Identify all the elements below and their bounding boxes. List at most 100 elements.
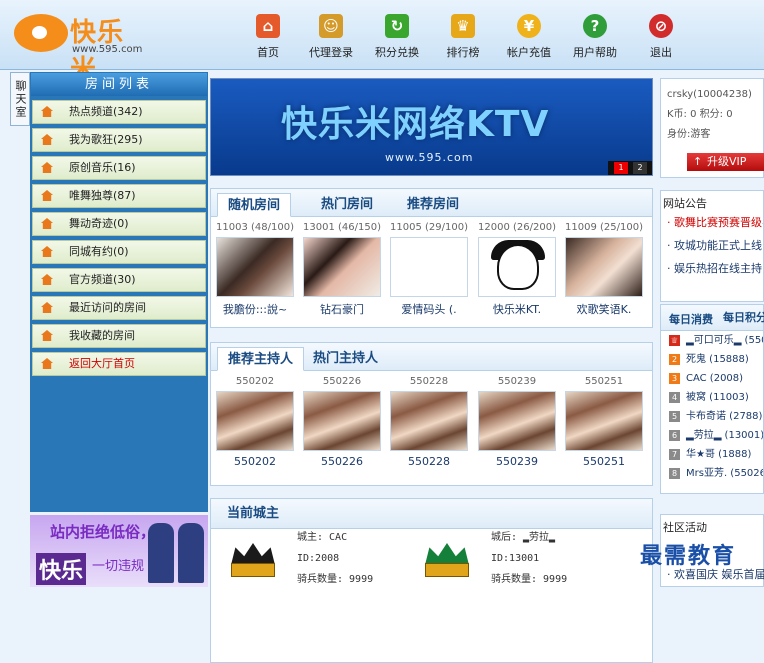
host-card[interactable]: 550228 550228 [389, 375, 469, 468]
nav-help[interactable]: ? 用户帮助 [563, 8, 627, 64]
ranking-row[interactable]: 6 ▂劳拉▂ (13001) [661, 426, 763, 445]
banner-page-1[interactable]: 1 [614, 162, 628, 174]
community-title: 社区活动 [663, 521, 707, 534]
room-item-recent[interactable]: 最近访问的房间 [32, 296, 206, 320]
host-card-name[interactable]: 550228 [389, 455, 469, 468]
room-item-hot[interactable]: 热点频道(342) [32, 100, 206, 124]
room-item-original-music[interactable]: 原创音乐(16) [32, 156, 206, 180]
police-figure-icon [148, 523, 174, 583]
nav-recharge[interactable]: ¥ 帐户充值 [497, 8, 561, 64]
room-card[interactable]: 12000 (26/200) 快乐米KT. [477, 221, 557, 317]
room-item-singing[interactable]: 我为歌狂(295) [32, 128, 206, 152]
room-thumbnail[interactable] [565, 237, 643, 297]
tab-daily-spending[interactable]: 每日消费 [669, 311, 713, 327]
ranking-row-text: Mrs亚芳. (55026 [686, 468, 763, 479]
lord-crown-icon [229, 537, 277, 577]
home-icon [41, 134, 53, 145]
upgrade-vip-button[interactable]: 升级VIP [687, 153, 764, 171]
host-card[interactable]: 550226 550226 [302, 375, 382, 468]
rank-number: 8 [669, 467, 680, 479]
ranking-row[interactable]: ♕ ▂可口可乐▂ (550 [661, 331, 763, 350]
tab-recommended-rooms[interactable]: 推荐房间 [397, 193, 469, 217]
room-card-name[interactable]: 快乐米KT. [477, 301, 557, 317]
host-card-caption: 550226 [322, 376, 362, 387]
tab-daily-points[interactable]: 每日积分 [723, 309, 764, 325]
room-card-name[interactable]: 欢歌笑语K. [564, 301, 644, 317]
ranking-row[interactable]: 4 被窝 (11003) [661, 388, 763, 407]
site-logo[interactable]: 快乐米 www.595.com [14, 10, 144, 85]
room-thumbnail[interactable] [216, 237, 294, 297]
room-item-back-to-lobby[interactable]: 返回大厅首页 [32, 352, 206, 376]
room-card-name[interactable]: 我膽份:::說~ [215, 301, 295, 317]
host-avatar[interactable] [390, 391, 468, 451]
banner-page-2[interactable]: 2 [633, 162, 647, 174]
room-thumbnail[interactable] [478, 237, 556, 297]
tab-hot-rooms[interactable]: 热门房间 [311, 193, 383, 217]
room-card[interactable]: 11005 (29/100) 爱情码头 (. [389, 221, 469, 317]
room-card-name[interactable]: 钻石豪门 [302, 301, 382, 317]
ranking-row[interactable]: 2 死鬼 (15888) [661, 350, 763, 369]
host-avatar[interactable] [216, 391, 294, 451]
room-item-dance[interactable]: 唯舞独尊(87) [32, 184, 206, 208]
tab-hot-hosts[interactable]: 热门主持人 [303, 347, 388, 371]
room-thumbnail[interactable] [390, 237, 468, 297]
host-card-caption: 550251 [584, 376, 624, 387]
ranking-row[interactable]: 5 卡布奇诺 (2788) [661, 407, 763, 426]
host-card-name[interactable]: 550251 [564, 455, 644, 468]
lord-info: 城主: CAC ID:2008 骑兵数量: 9999 [297, 527, 373, 590]
room-item-label: 我收藏的房间 [69, 329, 135, 342]
ranking-row[interactable]: 8 Mrs亚芳. (55026 [661, 464, 763, 483]
ktv-banner[interactable]: 快乐米网络KTV www.595.com 1 2 [210, 78, 653, 176]
host-card[interactable]: 550251 550251 [564, 375, 644, 468]
help-icon: ? [583, 14, 607, 38]
banner-text-2: 快乐 [36, 553, 87, 585]
civility-banner[interactable]: 站内拒绝低俗， 快乐 一切违规 [30, 515, 208, 587]
notice-item[interactable]: · 攻城功能正式上线 [661, 234, 763, 257]
host-card-name[interactable]: 550226 [302, 455, 382, 468]
room-card-name[interactable]: 爱情码头 (. [389, 301, 469, 317]
room-item-label: 返回大厅首页 [69, 357, 135, 370]
nav-ranking[interactable]: ♛ 排行榜 [431, 8, 495, 64]
ranking-row[interactable]: 3 CAC (2008) [661, 369, 763, 388]
notice-title: 网站公告 [663, 197, 707, 210]
host-card-name[interactable]: 550239 [477, 455, 557, 468]
queen-name[interactable]: 城后: ▂劳拉▂ [491, 527, 567, 548]
tab-recommended-hosts[interactable]: 推荐主持人 [217, 347, 305, 371]
nav-points-exchange[interactable]: ↻ 积分兑换 [365, 8, 429, 64]
logo-mark-icon [14, 14, 68, 52]
room-thumbnail[interactable] [303, 237, 381, 297]
notice-item[interactable]: · 娱乐热招在线主持 [661, 257, 763, 280]
police-cartoon-icon [497, 244, 539, 290]
nav-recharge-label: 帐户充值 [507, 46, 551, 59]
host-avatar[interactable] [303, 391, 381, 451]
room-item-official[interactable]: 官方频道(30) [32, 268, 206, 292]
ranking-row[interactable]: 7 华★哥 (1888) [661, 445, 763, 464]
room-item-same-city[interactable]: 同城有约(0) [32, 240, 206, 264]
room-list-panel: 房间列表 热点频道(342) 我为歌狂(295) 原创音乐(16) 唯舞独尊(8… [30, 72, 208, 512]
host-card[interactable]: 550239 550239 [477, 375, 557, 468]
nav-exit[interactable]: ⊘ 退出 [629, 8, 693, 64]
room-card[interactable]: 11003 (48/100) 我膽份:::說~ [215, 221, 295, 317]
nav-home[interactable]: ⌂ 首页 [236, 8, 300, 64]
notice-item[interactable]: · 歌舞比赛预赛晋级名 [661, 211, 763, 234]
lord-name[interactable]: 城主: CAC [297, 527, 373, 548]
host-avatar[interactable] [565, 391, 643, 451]
agent-user-icon: ☺ [319, 14, 343, 38]
tab-random-rooms[interactable]: 随机房间 [217, 193, 292, 217]
room-card[interactable]: 13001 (46/150) 钻石豪门 [302, 221, 382, 317]
top-header: 快乐米 www.595.com ⌂ 首页 ☺ 代理登录 ↻ 积分兑换 ♛ 排行榜… [0, 0, 764, 85]
hosts-tabs: 推荐主持人 热门主持人 [211, 343, 652, 371]
host-avatar[interactable] [478, 391, 556, 451]
chatroom-side-tab[interactable]: 聊天室 [10, 72, 30, 126]
nav-agent-login[interactable]: ☺ 代理登录 [299, 8, 363, 64]
host-card-name[interactable]: 550202 [215, 455, 295, 468]
host-card-caption: 550239 [497, 376, 537, 387]
left-sidebar: 聊天室 房间列表 热点频道(342) 我为歌狂(295) 原创音乐(16) 唯舞… [10, 72, 208, 587]
host-card[interactable]: 550202 550202 [215, 375, 295, 468]
room-item-dance-miracle[interactable]: 舞动奇迹(0) [32, 212, 206, 236]
room-item-favorites[interactable]: 我收藏的房间 [32, 324, 206, 348]
room-card-caption: 11003 (48/100) [216, 222, 294, 233]
rooms-tabs: 随机房间 热门房间 推荐房间 [211, 189, 652, 217]
room-card[interactable]: 11009 (25/100) 欢歌笑语K. [564, 221, 644, 317]
rank-number: 5 [669, 410, 680, 422]
